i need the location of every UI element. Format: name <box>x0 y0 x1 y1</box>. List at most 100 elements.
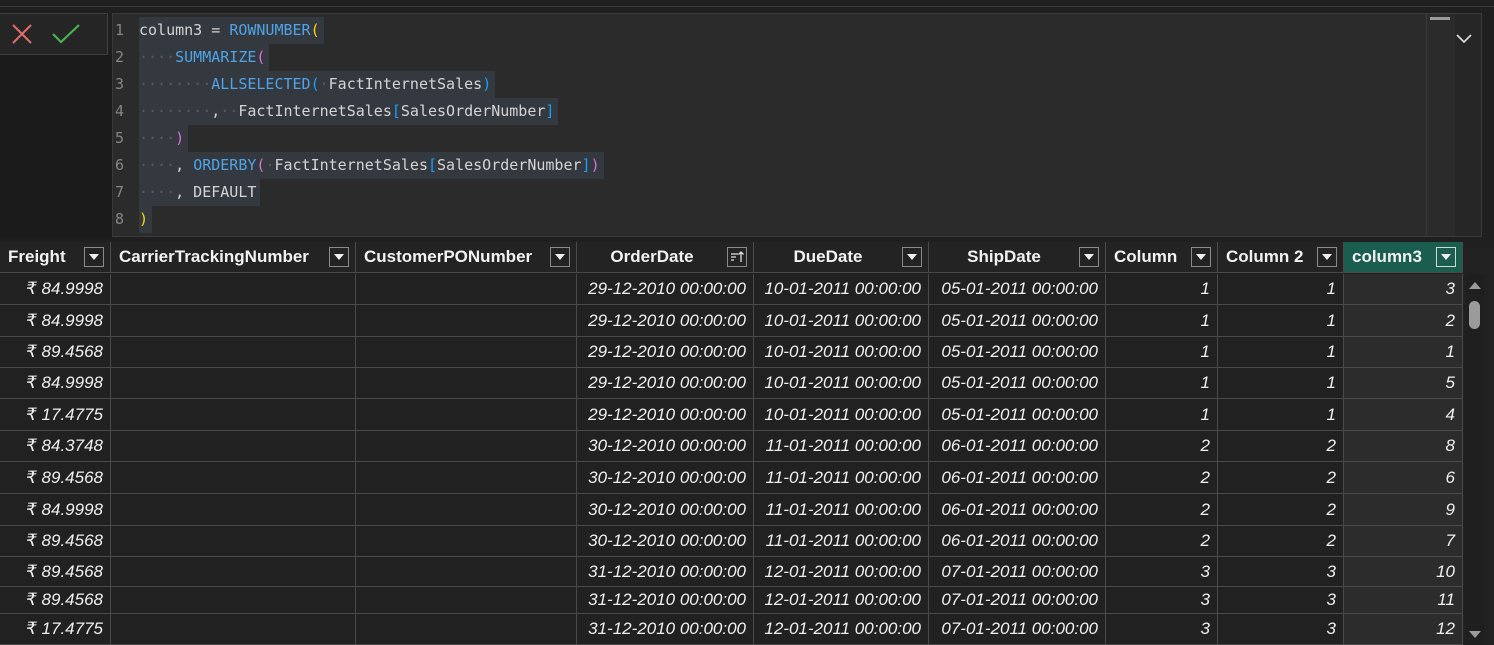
function-token: ALLSELECTED <box>211 75 311 93</box>
table-row[interactable]: ₹ 89.4568 30-12-2010 00:00:00 11-01-2011 0… <box>0 526 1463 557</box>
table-row[interactable]: ₹ 84.9998 29-12-2010 00:00:00 10-01-2011 0… <box>0 368 1463 399</box>
dropdown-arrow-icon[interactable] <box>1317 247 1337 267</box>
cell-carrier-tracking-number <box>111 494 356 526</box>
code-token: [ <box>391 102 401 120</box>
cell-column: 1 <box>1106 368 1218 399</box>
cell-column3: 4 <box>1344 399 1463 431</box>
code-token: SalesOrderNumber <box>400 102 546 120</box>
line-number: 5 <box>115 129 125 147</box>
cell-ship-date: 07-01-2011 00:00:00 <box>929 557 1106 587</box>
cell-freight: ₹ 89.4568 <box>0 557 111 587</box>
cell-column-2: 1 <box>1218 274 1344 305</box>
scroll-up-icon[interactable] <box>1468 280 1482 290</box>
cell-due-date: 12-01-2011 00:00:00 <box>754 557 929 587</box>
cell-customer-po-number <box>356 274 577 305</box>
column-header-label: Column 2 <box>1226 247 1304 266</box>
cell-freight: ₹ 84.9998 <box>0 305 111 337</box>
column-header-column3[interactable]: column3 <box>1344 242 1463 273</box>
vertical-scrollbar[interactable] <box>1466 274 1484 645</box>
scroll-down-icon[interactable] <box>1468 630 1482 640</box>
column-header-label: CustomerPONumber <box>364 247 533 266</box>
cell-column3: 10 <box>1344 557 1463 587</box>
column-header-column-2[interactable]: Column 2 <box>1218 242 1344 273</box>
cell-order-date: 31-12-2010 00:00:00 <box>577 587 754 614</box>
cell-carrier-tracking-number <box>111 526 356 557</box>
cell-column-2: 1 <box>1218 399 1344 431</box>
collapse-formula-button[interactable] <box>1453 28 1475 50</box>
column-header-freight[interactable]: Freight <box>0 242 111 273</box>
cell-customer-po-number <box>356 399 577 431</box>
cell-freight: ₹ 89.4568 <box>0 462 111 494</box>
cell-carrier-tracking-number <box>111 462 356 494</box>
column-header-order-date[interactable]: OrderDate <box>577 242 754 273</box>
cell-ship-date: 05-01-2011 00:00:00 <box>929 399 1106 431</box>
table-row[interactable]: ₹ 17.4775 29-12-2010 00:00:00 10-01-2011 0… <box>0 399 1463 431</box>
dropdown-arrow-icon[interactable] <box>1079 247 1099 267</box>
function-token: SUMMARIZE <box>175 48 257 66</box>
column-header-customer-po-number[interactable]: CustomerPONumber <box>356 242 577 273</box>
sort-ascending-icon[interactable] <box>727 247 747 267</box>
table-row[interactable]: ₹ 84.9998 29-12-2010 00:00:00 10-01-2011 0… <box>0 274 1463 305</box>
cell-column: 1 <box>1106 337 1218 368</box>
formula-editor[interactable]: 1 column3 = ROWNUMBER(2 ····SUMMARIZE(3 ···… <box>112 13 1482 237</box>
cell-carrier-tracking-number <box>111 614 356 645</box>
cell-freight: ₹ 84.9998 <box>0 274 111 305</box>
line-number: 1 <box>115 21 125 39</box>
cancel-button[interactable] <box>0 14 44 54</box>
scrollbar-thumb[interactable] <box>1469 301 1480 329</box>
table-row[interactable]: ₹ 84.9998 29-12-2010 00:00:00 10-01-2011 0… <box>0 305 1463 337</box>
cell-column3: 1 <box>1344 337 1463 368</box>
code-token: ] <box>581 156 591 174</box>
top-divider <box>0 6 1494 7</box>
cell-column-2: 1 <box>1218 368 1344 399</box>
table-row[interactable]: ₹ 89.4568 31-12-2010 00:00:00 12-01-2011 0… <box>0 557 1463 587</box>
code-text: ) <box>139 206 153 233</box>
column-header-column[interactable]: Column <box>1106 242 1218 273</box>
column-header-label: Column <box>1114 247 1178 266</box>
table-row[interactable]: ₹ 89.4568 30-12-2010 00:00:00 11-01-2011 0… <box>0 462 1463 494</box>
column-header-due-date[interactable]: DueDate <box>754 242 929 273</box>
column-header-ship-date[interactable]: ShipDate <box>929 242 1106 273</box>
whitespace-marker: ········ <box>139 75 212 93</box>
table-row[interactable]: ₹ 84.3748 30-12-2010 00:00:00 11-01-2011 0… <box>0 431 1463 462</box>
cell-freight: ₹ 89.4568 <box>0 337 111 368</box>
dropdown-arrow-icon[interactable] <box>902 247 922 267</box>
cell-customer-po-number <box>356 587 577 614</box>
cell-column-2: 2 <box>1218 462 1344 494</box>
table-row[interactable]: ₹ 17.4775 31-12-2010 00:00:00 12-01-2011 0… <box>0 614 1463 645</box>
code-token: ) <box>590 156 600 174</box>
cell-column-2: 2 <box>1218 526 1344 557</box>
column-header-carrier-tracking-number[interactable]: CarrierTrackingNumber <box>111 242 356 273</box>
cell-column: 3 <box>1106 614 1218 645</box>
cell-customer-po-number <box>356 305 577 337</box>
code-token: SalesOrderNumber <box>437 156 582 174</box>
code-text: ········,··FactInternetSales[SalesOrderN… <box>139 98 559 125</box>
code-text: ····) <box>139 125 189 152</box>
code-token: FactInternetSales <box>274 156 428 174</box>
cell-due-date: 10-01-2011 00:00:00 <box>754 399 929 431</box>
code-token: , DEFAULT <box>175 183 257 201</box>
formula-bar-gutter <box>0 55 112 238</box>
table-row[interactable]: ₹ 89.4568 29-12-2010 00:00:00 10-01-2011 0… <box>0 337 1463 368</box>
table-row[interactable]: ₹ 89.4568 31-12-2010 00:00:00 12-01-2011 0… <box>0 587 1463 614</box>
whitespace-marker: ···· <box>139 156 176 174</box>
cell-order-date: 29-12-2010 00:00:00 <box>577 337 754 368</box>
dropdown-arrow-icon[interactable] <box>1191 247 1211 267</box>
line-number: 3 <box>115 75 125 93</box>
table-row[interactable]: ₹ 84.9998 30-12-2010 00:00:00 11-01-2011 0… <box>0 494 1463 526</box>
dropdown-arrow-icon[interactable] <box>550 247 570 267</box>
whitespace-marker: · <box>319 75 329 93</box>
cell-customer-po-number <box>356 526 577 557</box>
dropdown-arrow-icon[interactable] <box>1436 247 1456 267</box>
cell-carrier-tracking-number <box>111 399 356 431</box>
dropdown-arrow-icon[interactable] <box>329 247 349 267</box>
line-number: 6 <box>115 156 125 174</box>
cell-carrier-tracking-number <box>111 305 356 337</box>
code-token: column3 = <box>139 21 230 39</box>
cell-column3: 11 <box>1344 587 1463 614</box>
cell-carrier-tracking-number <box>111 274 356 305</box>
column-header-label: CarrierTrackingNumber <box>119 247 309 266</box>
commit-button[interactable] <box>44 14 88 54</box>
cell-order-date: 29-12-2010 00:00:00 <box>577 368 754 399</box>
dropdown-arrow-icon[interactable] <box>84 247 104 267</box>
